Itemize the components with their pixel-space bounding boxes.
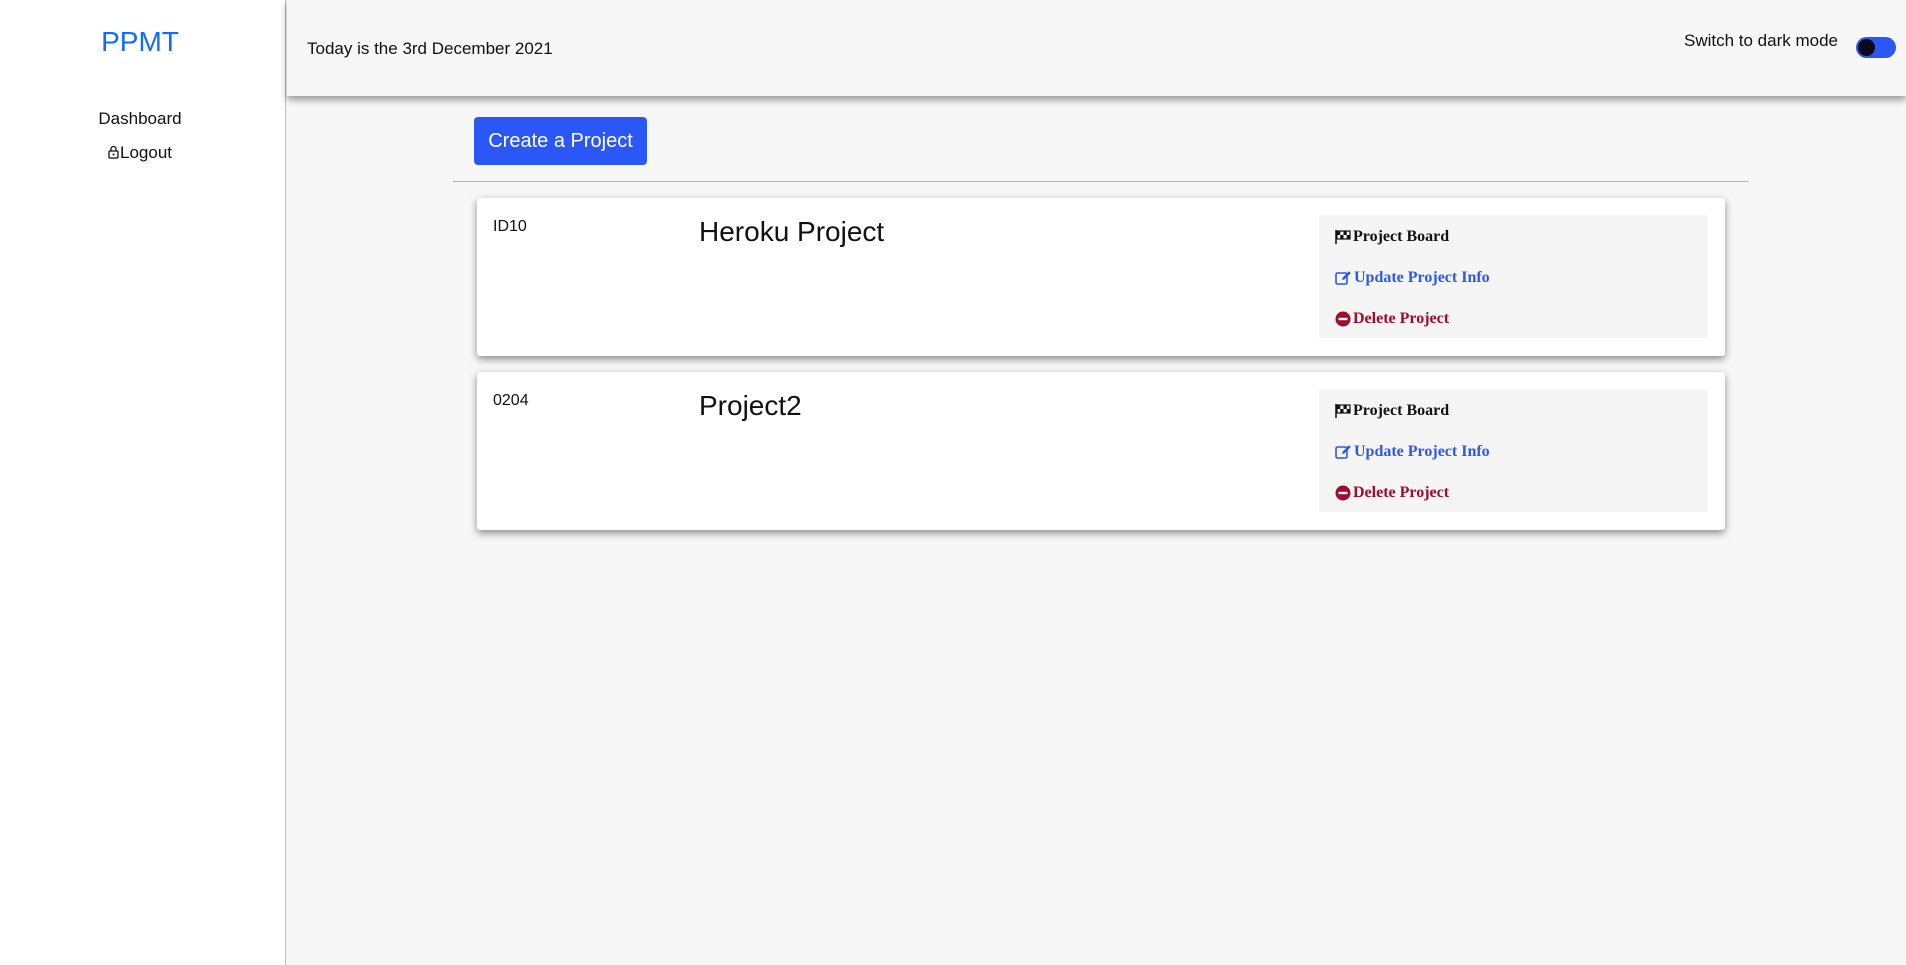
date-text: Today is the 3rd December 2021 — [307, 39, 553, 58]
sidebar-item-label: Dashboard — [98, 109, 182, 128]
create-project-button[interactable]: Create a Project — [474, 117, 647, 165]
update-project-label: Update Project Info — [1354, 443, 1490, 460]
project-board-link[interactable]: Project Board — [1335, 402, 1449, 420]
project-card: 0204 Project2 Project Board Update Proje… — [477, 372, 1725, 530]
flag-checkered-icon — [1335, 404, 1351, 418]
project-card: ID10 Heroku Project Project Board Update… — [477, 198, 1725, 356]
sidebar: PPMT Dashboard Logout — [0, 0, 286, 965]
brand-logo[interactable]: PPMT — [0, 26, 280, 58]
update-project-link[interactable]: Update Project Info — [1335, 269, 1490, 287]
edit-icon — [1335, 271, 1351, 285]
project-actions: Project Board Update Project Info Delete… — [1319, 215, 1707, 338]
project-id: 0204 — [493, 392, 529, 409]
project-actions: Project Board Update Project Info Delete… — [1319, 389, 1707, 512]
project-id: ID10 — [493, 218, 527, 235]
top-bar: Today is the 3rd December 2021 Switch to… — [287, 0, 1906, 96]
project-name: Project2 — [699, 390, 802, 421]
project-board-label: Project Board — [1353, 402, 1450, 419]
flag-checkered-icon — [1335, 230, 1351, 244]
project-board-link[interactable]: Project Board — [1335, 228, 1449, 246]
dark-mode-label: Switch to dark mode — [1683, 31, 1838, 50]
update-project-label: Update Project Info — [1354, 269, 1490, 286]
lock-icon — [108, 144, 119, 164]
sidebar-item-dashboard[interactable]: Dashboard — [0, 109, 280, 129]
sidebar-item-label: Logout — [120, 143, 172, 162]
delete-project-label: Delete Project — [1353, 310, 1450, 327]
sidebar-item-logout[interactable]: Logout — [0, 143, 280, 164]
dark-mode-toggle[interactable] — [1856, 37, 1896, 58]
minus-circle-icon — [1335, 485, 1351, 501]
divider — [453, 181, 1749, 182]
delete-project-link[interactable]: Delete Project — [1335, 484, 1449, 502]
project-board-label: Project Board — [1353, 228, 1450, 245]
update-project-link[interactable]: Update Project Info — [1335, 443, 1490, 461]
minus-circle-icon — [1335, 311, 1351, 327]
edit-icon — [1335, 445, 1351, 459]
project-name: Heroku Project — [699, 216, 885, 247]
toggle-knob — [1858, 39, 1875, 56]
delete-project-label: Delete Project — [1353, 484, 1450, 501]
delete-project-link[interactable]: Delete Project — [1335, 310, 1449, 328]
